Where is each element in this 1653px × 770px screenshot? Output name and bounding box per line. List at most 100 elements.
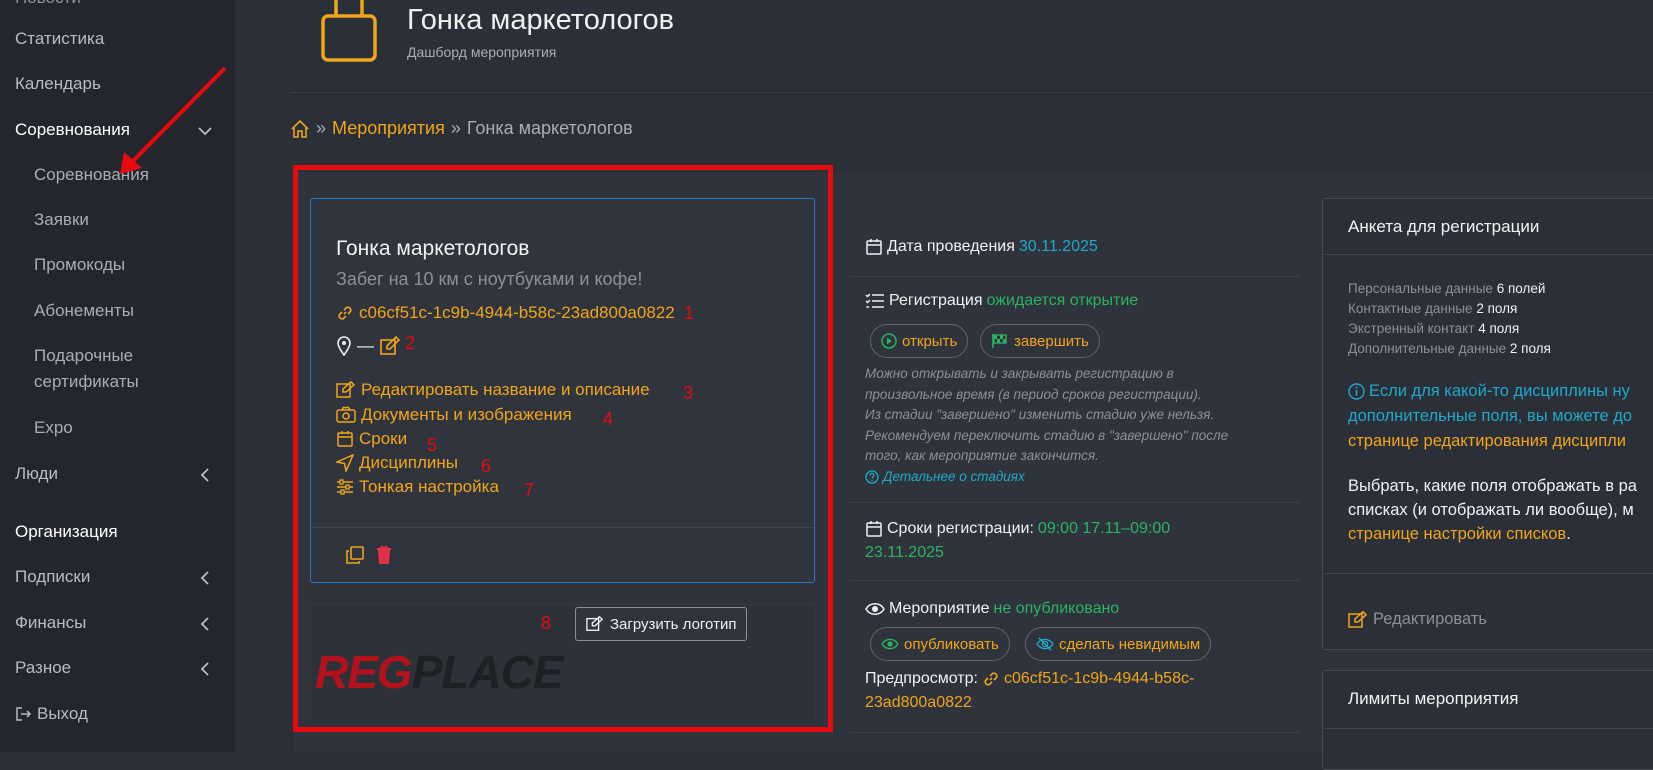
action-disciplines[interactable]: Дисциплины [336,453,458,473]
sliders-icon [337,479,353,495]
logout-label: Выход [37,704,88,723]
action-fine-tuning[interactable]: Тонкая настройка [336,477,499,497]
sidebar-item-calendar[interactable]: Календарь [15,74,101,94]
chevron-left-icon[interactable] [197,467,213,483]
info-line: дополнительные поля, вы можете до [1348,407,1633,425]
sidebar-subitem-gift-cert-line2[interactable]: сертификаты [34,372,139,392]
action-dates[interactable]: Сроки [336,429,407,449]
sidebar-subitem-expo[interactable]: Expo [34,418,73,438]
question-circle-icon [865,470,879,484]
page-title: Гонка маркетологов [407,4,675,36]
annotation-number: 6 [481,456,492,476]
discipline-edit-link[interactable]: странице редактирования дисципли [1348,432,1626,451]
registration-label: Регистрация [889,292,983,309]
sidebar-item-statistics[interactable]: Статистика [15,29,104,49]
lists-settings-link[interactable]: странице настройки списков [1348,525,1566,543]
publish-label: опубликовать [904,635,999,653]
divider [850,502,1300,503]
lists-text-dot: . [1566,525,1571,543]
registration-form-card: Анкета для регистрации Персональные данн… [1322,198,1653,650]
preview-link-cont[interactable]: 23ad800a0822 [865,694,972,712]
copy-icon[interactable] [345,545,365,565]
event-status-panel: Дата проведения 30.11.2025 Регистрация о… [850,172,1300,752]
action-label: Редактировать название и описание [361,380,650,399]
field-count: 4 поля [1478,321,1520,336]
breadcrumb-current: Гонка маркетологов [466,118,633,138]
camera-icon [336,406,356,423]
eye-slash-icon [1036,637,1054,651]
action-edit-name[interactable]: Редактировать название и описание [336,380,650,400]
location-pin-icon [337,336,351,356]
breadcrumb-separator: » [450,118,461,138]
sidebar-item-subscriptions[interactable]: Подписки [15,567,90,587]
action-label: Сроки [359,429,408,448]
play-circle-icon [881,333,897,349]
event-description: Забег на 10 км с ноутбуками и кофе! [336,269,643,289]
chevron-left-icon[interactable] [197,570,213,586]
field-label: Персональные данные [1348,281,1493,296]
form-field-row: Экстренный контакт 4 поля [1348,321,1519,336]
edit-icon[interactable] [379,336,401,356]
divider [1323,728,1653,729]
checklist-icon [865,293,884,308]
note-line: Рекомендуем переключить стадию в "заверш… [865,427,1229,443]
breadcrumb-separator: » [316,118,327,138]
breadcrumb: » Мероприятия » Гонка маркетологов [290,118,633,139]
event-link-id[interactable]: c06cf51c-1c9b-4944-b58c-23ad800a0822 [359,303,675,323]
action-label: Дисциплины [359,453,458,472]
chevron-left-icon[interactable] [197,616,213,632]
upload-logo-button[interactable]: Загрузить логотип [575,607,748,641]
action-label: Документы и изображения [361,405,572,424]
sidebar-item-finances[interactable]: Финансы [15,613,86,633]
sidebar-item-logout[interactable]: Выход [15,704,88,724]
trash-icon[interactable] [375,545,393,565]
link-icon [338,306,352,320]
logo-text-place: PLACE [411,646,564,698]
event-card: Гонка маркетологов Забег на 10 км с ноут… [310,198,815,583]
preview-link[interactable]: c06cf51c-1c9b-4944-b58c- [1004,670,1194,688]
make-invisible-button[interactable]: сделать невидимым [1025,627,1212,661]
event-link[interactable]: c06cf51c-1c9b-4944-b58c-23ad800a0822 [336,303,675,323]
card-footer [311,527,814,564]
note-line: произвольное время (в период сроков реги… [865,386,1202,402]
page-subtitle: Дашборд мероприятия [407,44,557,60]
sidebar-subitem-gift-cert-line1[interactable]: Подарочные [34,346,133,366]
sidebar-item-misc[interactable]: Разное [15,658,71,678]
breadcrumb-link-events[interactable]: Мероприятия [332,118,445,139]
form-field-row: Персональные данные 6 полей [1348,281,1545,296]
sidebar-subitem-subscriptions[interactable]: Абонементы [34,301,134,321]
field-label: Экстренный контакт [1348,321,1475,336]
finish-registration-label: завершить [1014,332,1089,350]
field-count: 2 поля [1476,301,1518,316]
edit-icon [336,381,356,398]
sidebar-item-organization[interactable]: Организация [15,522,118,542]
action-documents[interactable]: Документы и изображения [336,405,572,425]
event-date-label: Дата проведения [887,238,1015,255]
location-value: — [357,336,374,355]
edit-form-label: Редактировать [1373,610,1487,628]
divider [850,276,1300,277]
divider [850,580,1300,581]
registration-form-title: Анкета для регистрации [1348,217,1540,236]
sidebar-item-people[interactable]: Люди [15,464,58,484]
chevron-left-icon[interactable] [197,661,213,677]
stages-details-link[interactable]: Детальнее о стадиях [865,467,1285,488]
upload-logo-label: Загрузить логотип [610,615,737,633]
finish-registration-button[interactable]: завершить [980,324,1100,358]
form-field-row: Контактные данные 2 поля [1348,301,1517,316]
sidebar-subitem-applications[interactable]: Заявки [34,210,89,230]
home-icon[interactable] [290,119,310,139]
stage-note: Можно открывать и закрывать регистрацию … [865,364,1285,487]
link-icon [984,672,998,686]
stages-details-label: Детальнее о стадиях [883,468,1025,484]
info-text: Если для какой-то дисциплины ну [1369,382,1630,400]
form-field-row: Дополнительные данные 2 поля [1348,341,1551,356]
note-line: того, как мероприятие закончится. [865,448,1099,463]
publish-button[interactable]: опубликовать [870,627,1010,661]
annotation-number: 8 [541,613,552,633]
sidebar-subitem-promocodes[interactable]: Промокоды [34,255,125,275]
open-registration-button[interactable]: открыть [870,324,969,358]
edit-form-button[interactable]: Редактировать [1348,610,1487,629]
field-label: Дополнительные данные [1348,341,1507,356]
event-location: — [336,336,401,356]
